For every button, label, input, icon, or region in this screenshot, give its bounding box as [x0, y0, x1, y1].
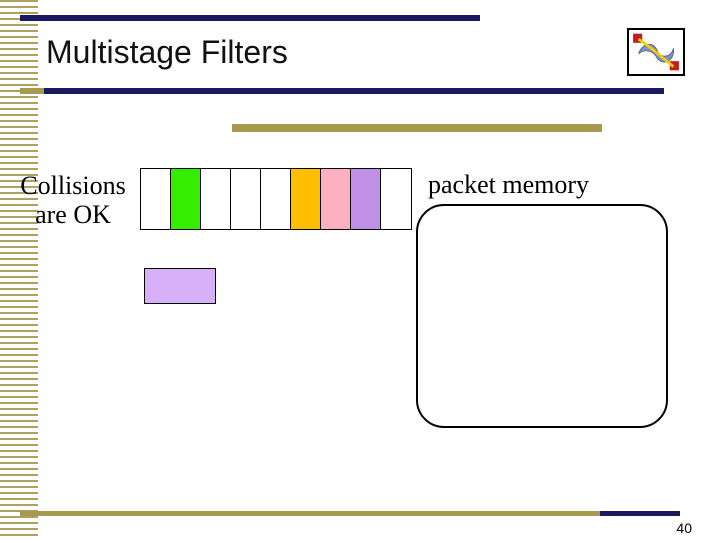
logo-icon — [627, 28, 685, 76]
decorative-bar-under-title — [44, 88, 664, 94]
filter-stage — [140, 168, 412, 230]
stage-cell-8 — [381, 169, 411, 229]
footer-bar-dark — [600, 511, 680, 516]
stage-cell-5 — [291, 169, 321, 229]
stage-cell-4 — [261, 169, 291, 229]
incoming-packet — [144, 268, 216, 304]
stage-cell-1 — [171, 169, 201, 229]
template-pinstripes — [0, 0, 38, 540]
slide-number: 40 — [676, 520, 692, 536]
collisions-label-line1: Collisions — [20, 171, 125, 200]
collisions-label-line2: are OK — [35, 200, 111, 229]
stage-cell-6 — [321, 169, 351, 229]
decorative-bar-olive — [232, 124, 602, 132]
stage-cell-0 — [141, 169, 171, 229]
packet-memory-box — [416, 204, 668, 428]
stage-cell-3 — [231, 169, 261, 229]
decorative-bar-top — [20, 15, 480, 21]
stage-cell-7 — [351, 169, 381, 229]
stage-cell-2 — [201, 169, 231, 229]
collisions-label: Collisions are OK — [8, 172, 138, 229]
packet-memory-label: packet memory — [428, 170, 589, 200]
slide-title: Multistage Filters — [46, 34, 288, 71]
footer-bar — [20, 511, 680, 516]
